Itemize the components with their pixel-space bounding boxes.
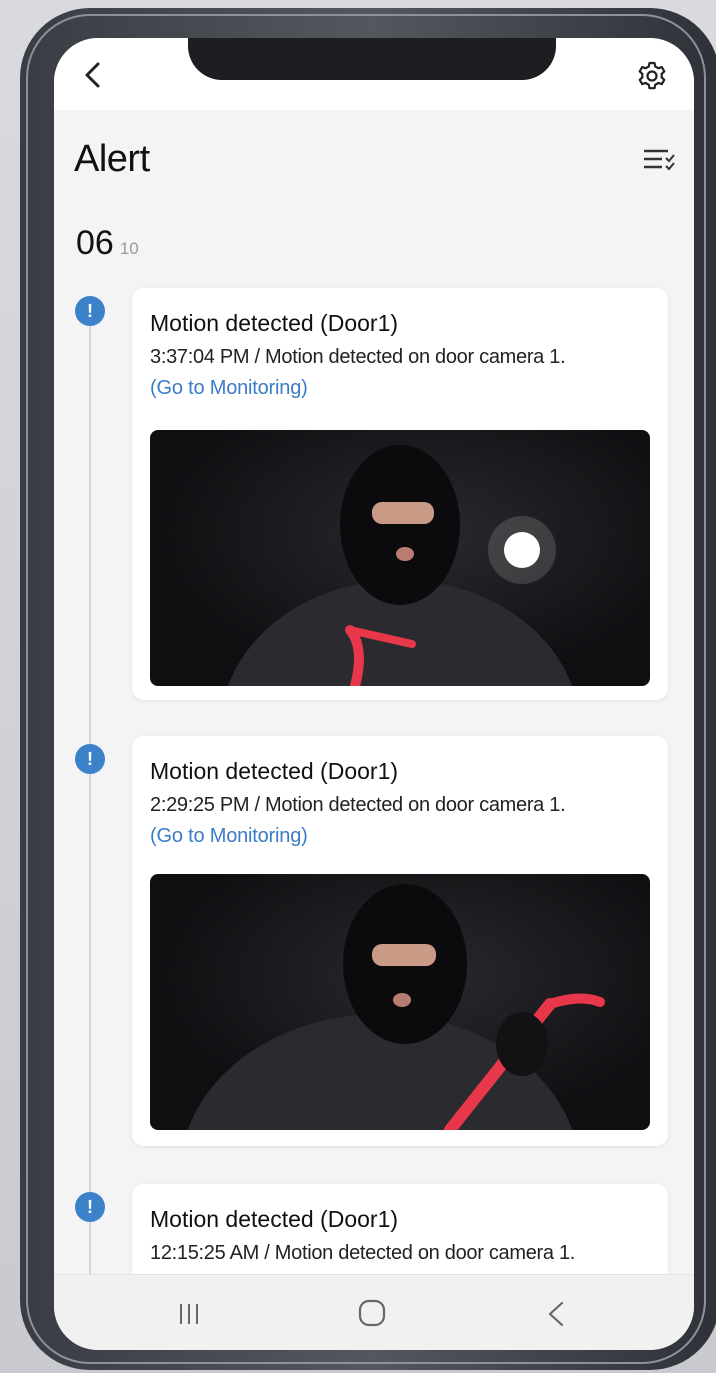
alert-indicator-icon: !	[75, 296, 105, 326]
camera-notch	[188, 38, 556, 80]
home-icon[interactable]	[356, 1297, 388, 1329]
alert-indicator-icon: !	[75, 744, 105, 774]
alert-title: Motion detected (Door1)	[150, 758, 399, 784]
chevron-left-icon[interactable]	[78, 60, 108, 90]
date-day: 06	[76, 224, 114, 262]
alert-description: 2:29:25 PM / Motion detected on door cam…	[150, 794, 566, 816]
date-header: 06 10	[76, 224, 139, 263]
alert-title: Motion detected (Door1)	[150, 310, 399, 336]
page-title: Alert	[74, 138, 150, 180]
alert-description: 12:15:25 AM / Motion detected on door ca…	[150, 1242, 576, 1264]
app-screen: Alert 06 10 ! Motion detected (Door1) 3:3…	[54, 38, 694, 1350]
system-nav-bar	[54, 1274, 694, 1350]
camera-snapshot-image[interactable]	[150, 874, 650, 1130]
recent-apps-icon[interactable]	[176, 1301, 202, 1327]
alert-card[interactable]: Motion detected (Door1) 2:29:25 PM / Mot…	[132, 736, 668, 1146]
alert-description: 3:37:04 PM / Motion detected on door cam…	[150, 346, 566, 368]
alert-card[interactable]: Motion detected (Door1) 3:37:04 PM / Mot…	[132, 288, 668, 700]
alert-indicator-icon: !	[75, 1192, 105, 1222]
title-row: Alert	[54, 110, 694, 190]
timeline-line	[89, 308, 91, 1308]
alert-title: Motion detected (Door1)	[150, 1206, 399, 1232]
gear-icon[interactable]	[636, 60, 668, 92]
go-to-monitoring-link[interactable]: (Go to Monitoring)	[150, 825, 308, 848]
camera-snapshot-image[interactable]	[150, 430, 650, 686]
date-month: 10	[119, 239, 139, 258]
filter-list-icon[interactable]	[642, 146, 676, 174]
go-to-monitoring-link[interactable]: (Go to Monitoring)	[150, 377, 308, 400]
back-icon[interactable]	[542, 1299, 568, 1329]
